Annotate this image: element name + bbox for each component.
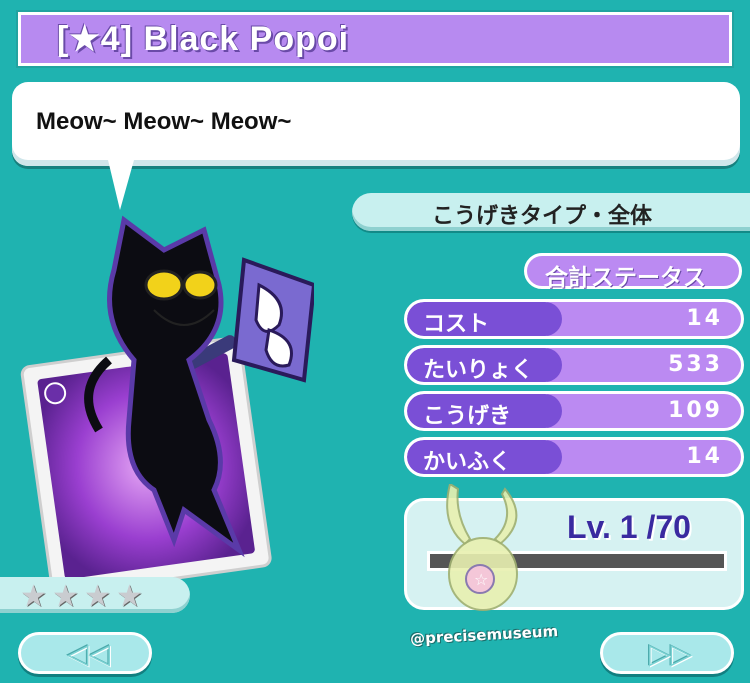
stat-value: 14	[686, 306, 723, 331]
rarity-bar: ★ ★ ★ ★	[0, 577, 190, 614]
rarity-star-icon: ★	[84, 579, 111, 614]
rarity-star-icon: ★	[52, 579, 79, 614]
previous-card-button[interactable]: ◁◁	[18, 632, 152, 674]
rewind-icon: ◁◁	[67, 637, 111, 670]
stat-value: 533	[668, 352, 723, 377]
fast-forward-icon: ▷▷	[649, 637, 693, 670]
mascot-image: ☆	[446, 484, 518, 611]
total-status-header: 合計ステータス	[524, 253, 742, 291]
stat-label: たいりょく	[423, 358, 534, 383]
level-label: Lv. 1 /70	[567, 509, 691, 545]
card-title: [★4] Black Popoi	[57, 20, 350, 58]
stat-value: 14	[686, 444, 723, 469]
character-card-art	[20, 215, 314, 590]
rarity-star-icon: ★	[116, 579, 143, 614]
speech-text: Meow~ Meow~ Meow~	[36, 108, 292, 135]
stat-value: 109	[668, 398, 723, 423]
stat-label: こうげき	[423, 404, 512, 429]
rarity-star-icon: ★	[20, 579, 47, 614]
stat-label: かいふく	[423, 450, 512, 475]
stat-row-cost: コスト 14	[404, 299, 744, 339]
attack-type-bar: こうげきタイプ・全体	[352, 193, 750, 231]
stat-row-attack: こうげき 109	[404, 391, 744, 431]
speech-bubble: Meow~ Meow~ Meow~	[12, 82, 740, 166]
stat-row-recovery: かいふく 14	[404, 437, 744, 477]
stat-row-hp: たいりょく 533	[404, 345, 744, 385]
next-card-button[interactable]: ▷▷	[600, 632, 734, 674]
card-title-bar: [★4] Black Popoi	[18, 12, 732, 66]
svg-text:☆: ☆	[474, 570, 488, 589]
attack-type-label: こうげきタイプ・全体	[432, 204, 653, 229]
total-status-label: 合計ステータス	[545, 265, 706, 291]
stat-label: コスト	[423, 312, 490, 337]
